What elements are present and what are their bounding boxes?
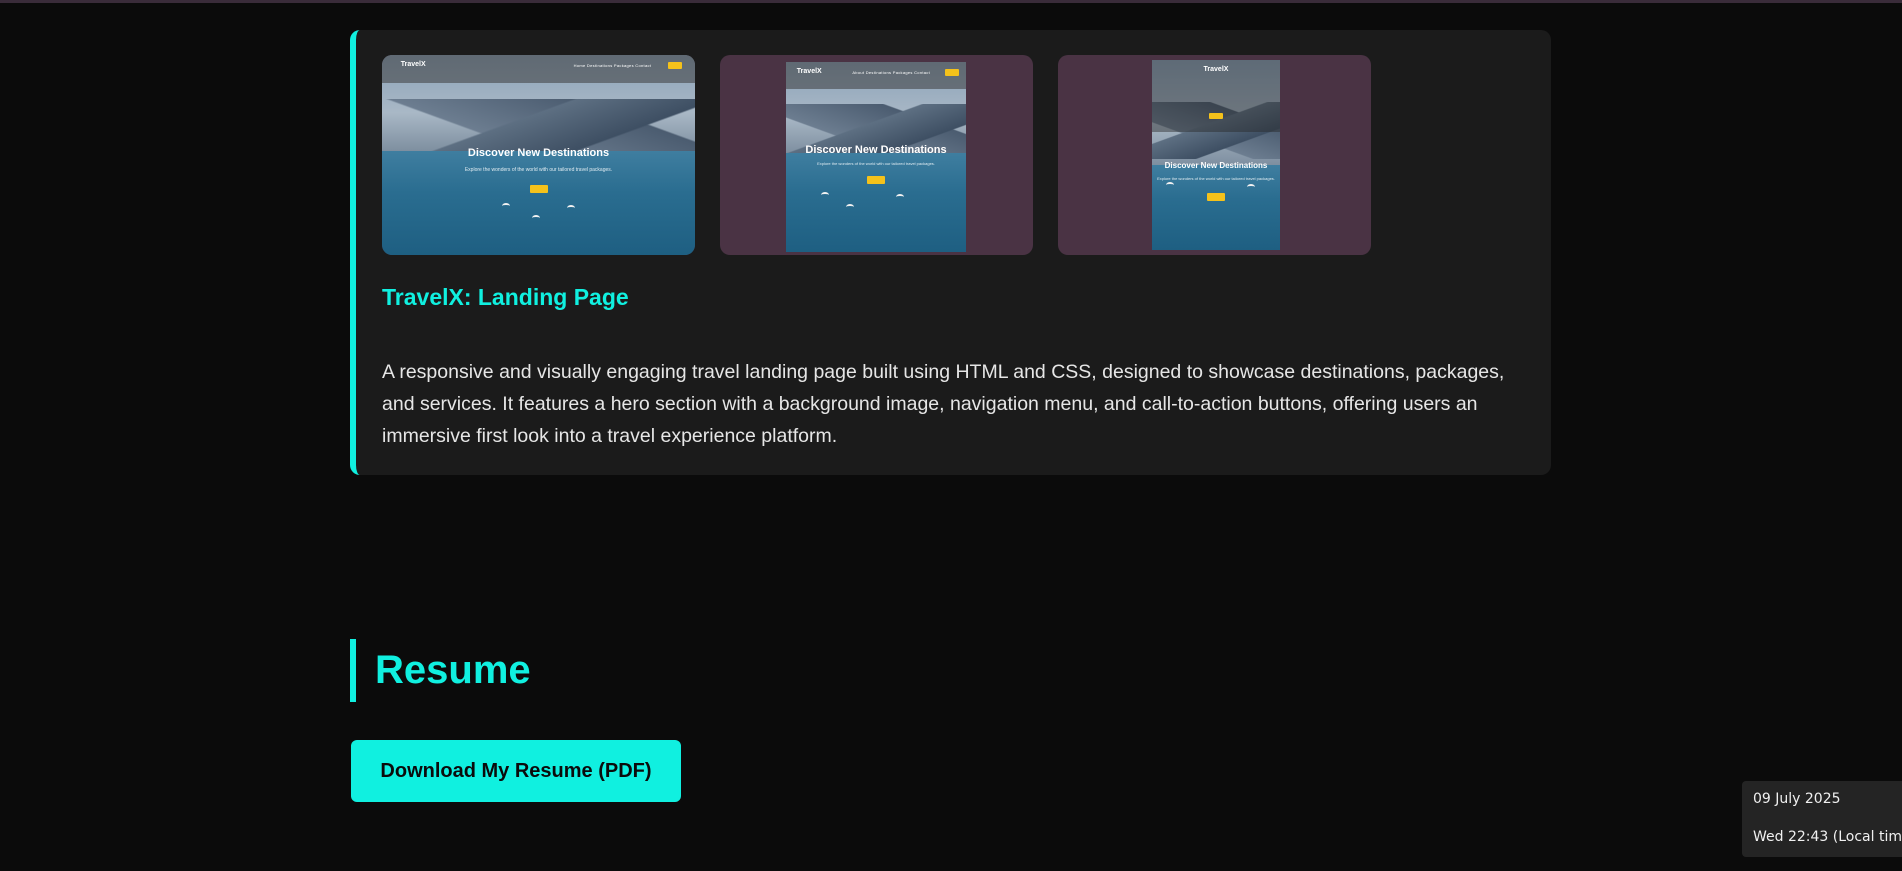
- mock-brand: TravelX: [1203, 65, 1229, 73]
- clock-date: 09 July 2025: [1753, 791, 1841, 807]
- bird-icon: [1166, 182, 1174, 188]
- bird-icon: [1247, 184, 1255, 190]
- project-description: A responsive and visually engaging trave…: [382, 361, 1505, 447]
- bird-icon: [896, 194, 904, 200]
- bird-icon: [567, 205, 575, 211]
- screenshot-hero-image: TravelX Discover New Destinations Explor…: [1152, 60, 1280, 250]
- mock-hero-title: Discover New Destinations: [467, 147, 610, 159]
- resume-section-heading: Resume: [350, 639, 531, 702]
- clock-tooltip: 09 July 2025 Wed 22:43 (Local time: [1742, 781, 1902, 857]
- mock-nav-links: Home Destinations Packages Contact: [573, 63, 652, 68]
- mock-hero-title: Discover New Destinations: [805, 143, 947, 156]
- mock-hero-subtitle: Explore the wonders of the world with ou…: [464, 167, 613, 173]
- clock-time: Wed 22:43 (Local time: [1753, 829, 1902, 845]
- project-screenshot-gallery: TravelX Home Destinations Packages Conta…: [382, 55, 1382, 255]
- mock-hero-subtitle: Explore the wonders of the world with ou…: [817, 160, 935, 166]
- mock-nav-links: About Destinations Packages Contact: [852, 69, 930, 75]
- screenshot-hero-image: TravelX Home Destinations Packages Conta…: [382, 55, 695, 255]
- bird-icon: [532, 215, 540, 221]
- screenshot-desktop[interactable]: TravelX Home Destinations Packages Conta…: [382, 55, 695, 255]
- mock-cta-button: [867, 176, 885, 184]
- mock-hero-subtitle: Explore the wonders of the world with ou…: [1157, 175, 1275, 181]
- mock-hero-title: Discover New Destinations: [1164, 160, 1268, 170]
- project-card-travelx: TravelX Home Destinations Packages Conta…: [350, 30, 1551, 475]
- mock-brand: TravelX: [400, 61, 426, 68]
- mock-cta-button: [1207, 193, 1225, 201]
- mock-brand: TravelX: [796, 67, 822, 75]
- download-resume-button[interactable]: Download My Resume (PDF): [351, 740, 681, 802]
- project-title: TravelX: Landing Page: [382, 284, 629, 310]
- screenshot-mobile[interactable]: TravelX Discover New Destinations Explor…: [1058, 55, 1371, 255]
- bird-icon: [846, 204, 854, 210]
- mock-nav-button: [944, 68, 959, 76]
- screenshot-hero-image: TravelX About Destinations Packages Cont…: [786, 62, 966, 252]
- mock-nav-button: [668, 62, 683, 69]
- top-border: [0, 0, 1902, 3]
- bird-icon: [821, 192, 829, 198]
- mock-cta-button: [529, 185, 548, 193]
- screenshot-tablet[interactable]: TravelX About Destinations Packages Cont…: [720, 55, 1033, 255]
- mock-nav-button: [1209, 113, 1223, 120]
- bird-icon: [502, 203, 510, 209]
